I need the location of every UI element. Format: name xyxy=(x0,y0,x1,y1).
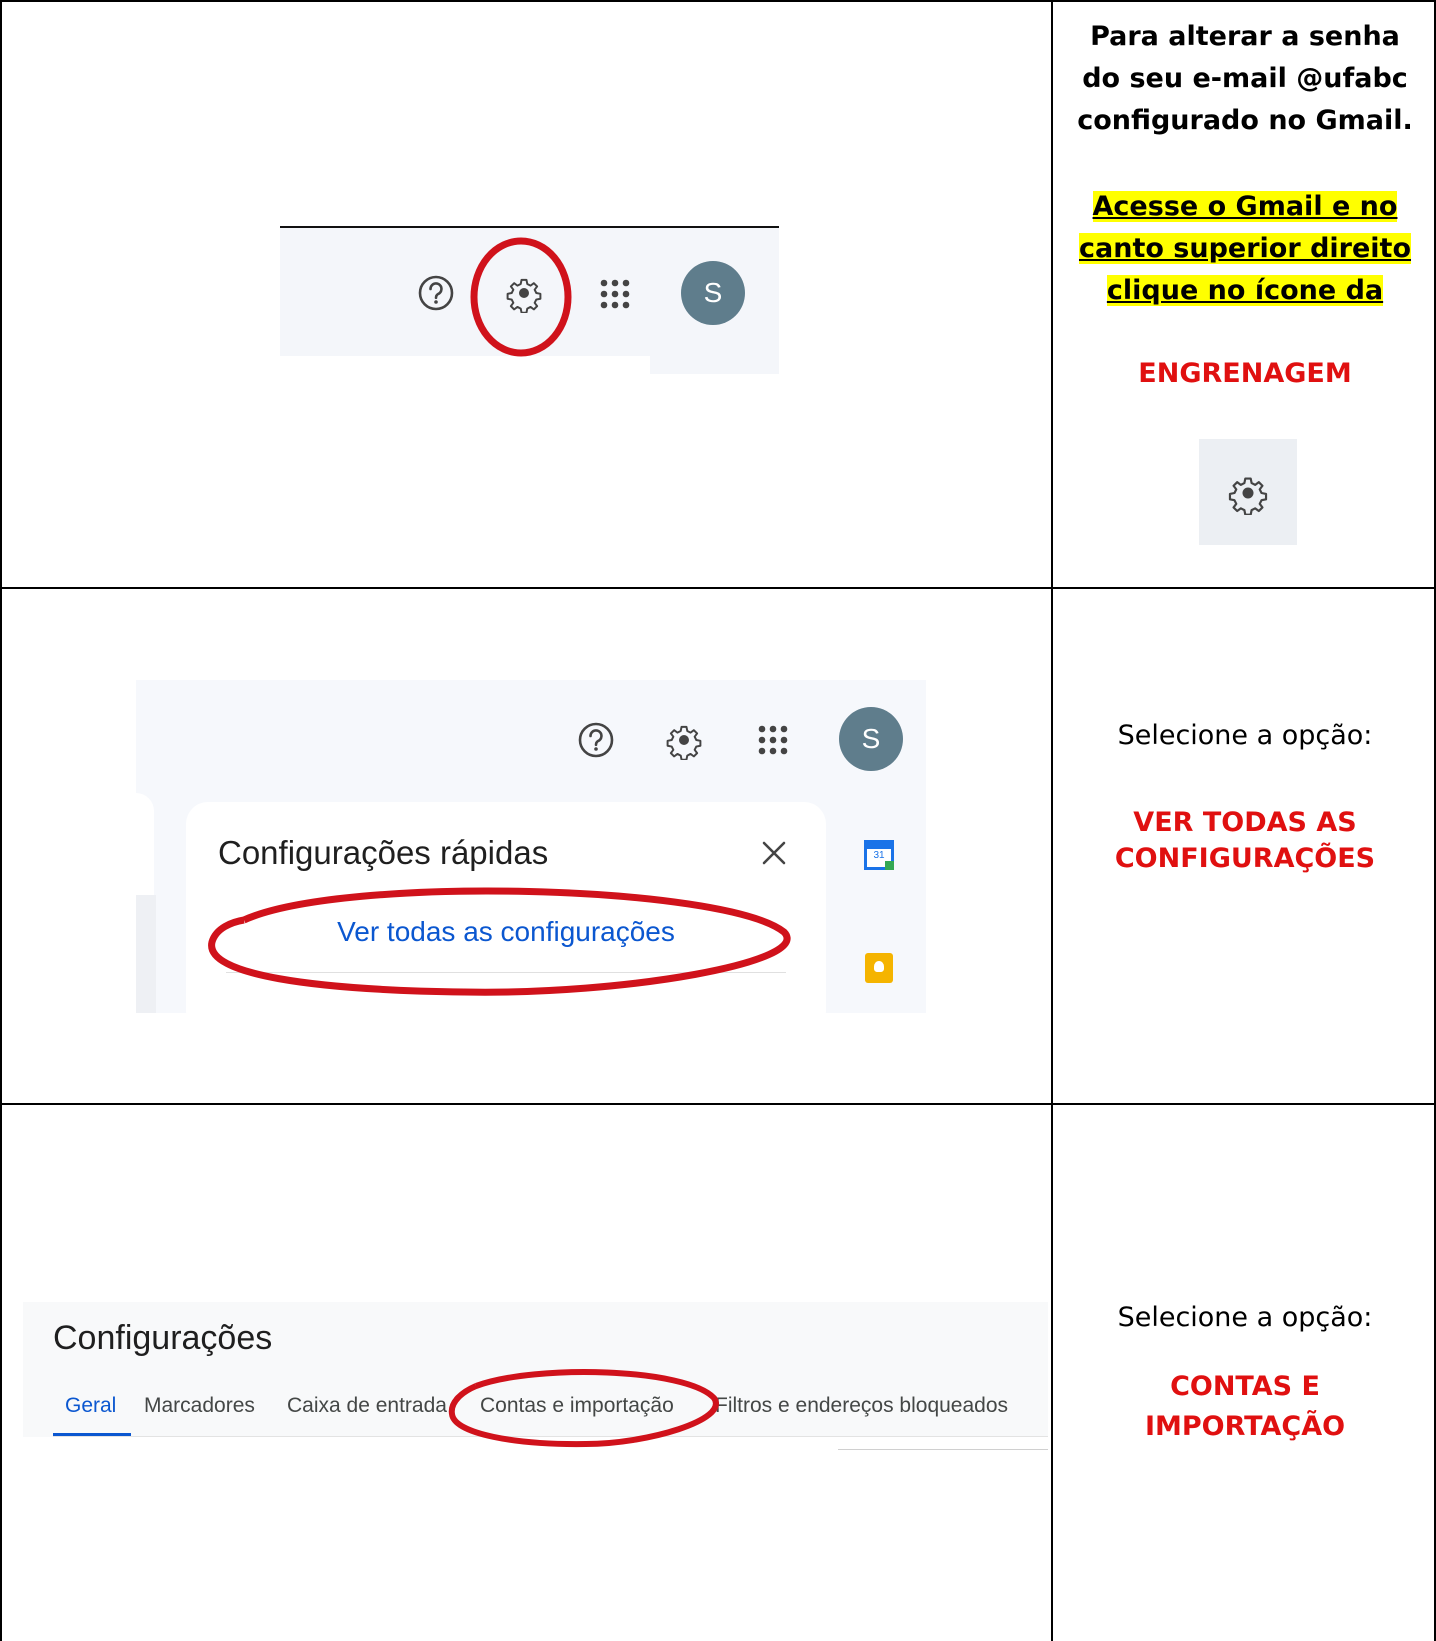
gear-icon-sample xyxy=(1199,439,1297,545)
table-border-top xyxy=(0,0,1436,2)
highlighted-instruction: Acesse o Gmail e no canto superior direi… xyxy=(1079,191,1411,306)
calendar-icon[interactable]: 31 xyxy=(864,840,894,870)
avatar[interactable]: S xyxy=(681,261,745,325)
table-column-divider xyxy=(1051,0,1053,1641)
apps-grid-icon[interactable] xyxy=(598,277,632,311)
close-icon[interactable] xyxy=(761,840,787,866)
avatar[interactable]: S xyxy=(839,707,903,771)
gear-icon xyxy=(1228,477,1268,515)
row3-instruction: Selecione a opção: xyxy=(1117,1302,1373,1333)
gmail-toolbar-screenshot-1: S xyxy=(280,226,779,374)
keep-icon[interactable] xyxy=(865,953,893,983)
gmail-quick-settings-screenshot: S Configurações rápidas Ver todas as con… xyxy=(136,680,926,1013)
help-icon[interactable] xyxy=(416,273,456,313)
row2-keyword: VER TODAS AS CONFIGURAÇÕES xyxy=(1114,807,1376,874)
apps-grid-icon[interactable] xyxy=(756,723,790,757)
red-ellipse-annotation xyxy=(448,1369,719,1448)
row1-instruction: Acesse o Gmail e no canto superior direi… xyxy=(1070,186,1420,312)
table-border-left xyxy=(0,0,2,1641)
tab-geral[interactable]: Geral xyxy=(65,1394,116,1418)
row-divider-1 xyxy=(0,587,1436,589)
row1-title: Para alterar a senha do seu e-mail @ufab… xyxy=(1077,21,1413,136)
row3-keyword: CONTAS E IMPORTAÇÃO xyxy=(1144,1371,1346,1442)
gear-icon[interactable] xyxy=(664,720,704,760)
row-divider-2 xyxy=(0,1103,1436,1105)
tab-marcadores[interactable]: Marcadores xyxy=(144,1394,255,1418)
quick-settings-title: Configurações rápidas xyxy=(218,834,549,871)
gmail-settings-tabs-screenshot: Configurações Geral Marcadores Caixa de … xyxy=(23,1302,1048,1452)
red-ellipse-annotation xyxy=(208,887,791,996)
tab-filtros[interactable]: Filtros e endereços bloqueados xyxy=(715,1394,1008,1418)
help-icon[interactable] xyxy=(576,720,616,760)
settings-title: Configurações xyxy=(53,1319,273,1357)
red-circle-annotation xyxy=(470,237,572,357)
row2-instruction: Selecione a opção: xyxy=(1117,720,1373,751)
row1-keyword: ENGRENAGEM xyxy=(1138,358,1352,389)
calendar-day: 31 xyxy=(873,850,885,861)
tab-caixa-de-entrada[interactable]: Caixa de entrada xyxy=(287,1394,447,1418)
